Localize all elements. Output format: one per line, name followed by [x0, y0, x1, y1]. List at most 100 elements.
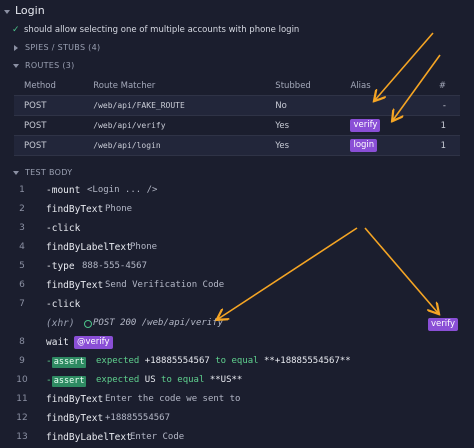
- command-name: findByText: [46, 204, 104, 215]
- command-name: findByLabelText: [46, 432, 132, 443]
- command-args: Enter Code: [130, 432, 185, 442]
- command-args: 888-555-4567: [82, 261, 148, 271]
- route-count: 1: [428, 135, 460, 156]
- command-row[interactable]: 7 -click: [0, 296, 474, 315]
- command-row[interactable]: 4 findByLabelText Phone: [0, 239, 474, 258]
- command-name: findByText: [46, 413, 104, 424]
- chevron-down-icon[interactable]: [4, 10, 10, 14]
- command-args: Send Verification Code: [105, 280, 225, 290]
- assert-message: expected +18885554567 to equal **+188855…: [96, 356, 351, 366]
- assert-target: **+18885554567**: [264, 356, 351, 366]
- spies-section-title[interactable]: SPIES / STUBS (4): [25, 43, 100, 52]
- command-number: 5: [19, 261, 25, 271]
- chevron-down-icon[interactable]: [13, 64, 19, 68]
- test-body-section-title[interactable]: TEST BODY: [25, 168, 72, 177]
- command-number: 2: [19, 204, 25, 214]
- route-matcher: /web/api/verify: [83, 115, 266, 136]
- assert-to-equal: to equal: [215, 356, 259, 366]
- column-header: Alias: [340, 76, 429, 96]
- column-header: Method: [14, 76, 84, 96]
- alias-badge-login[interactable]: login: [350, 139, 378, 152]
- command-name: -type: [46, 261, 75, 272]
- command-args: Phone: [105, 204, 133, 214]
- command-row[interactable]: 2 findByText Phone: [0, 201, 474, 220]
- route-matcher: /web/api/FAKE_ROUTE: [83, 95, 266, 116]
- command-row[interactable]: 9 - assert expected +18885554567 to equal…: [0, 353, 474, 372]
- command-number: 7: [19, 299, 25, 309]
- assert-badge: assert: [51, 376, 87, 387]
- table-header-row: Method Route Matcher Stubbed Alias #: [14, 76, 460, 96]
- command-name: -mount: [46, 185, 81, 196]
- command-number: 12: [16, 413, 28, 423]
- route-alias: [340, 95, 429, 116]
- assert-command: - assert: [46, 356, 87, 368]
- xhr-label: (xhr): [46, 318, 75, 329]
- route-matcher: /web/api/login: [83, 135, 266, 156]
- assert-expected: expected: [96, 356, 140, 366]
- command-args: @verify: [74, 336, 113, 349]
- route-alias: login: [340, 135, 429, 156]
- route-stubbed: Yes: [265, 115, 341, 136]
- command-args: Phone: [130, 242, 158, 252]
- command-number: 8: [19, 337, 25, 347]
- route-stubbed: Yes: [265, 135, 341, 156]
- command-name: -click: [46, 299, 81, 310]
- route-count: 1: [428, 115, 460, 136]
- command-name: findByLabelText: [46, 242, 132, 253]
- route-method: POST: [14, 115, 84, 136]
- route-method: POST: [14, 95, 84, 116]
- xhr-row[interactable]: (xhr) POST 200 /web/api/verify verify: [0, 315, 474, 334]
- table-row: POST /web/api/verify Yes verify 1: [14, 115, 460, 136]
- command-name: findByText: [46, 394, 104, 405]
- table-row: POST /web/api/FAKE_ROUTE No -: [14, 95, 460, 116]
- suite-title[interactable]: Login: [15, 4, 45, 17]
- routes-table: Method Route Matcher Stubbed Alias # POS…: [14, 76, 460, 156]
- routes-section-title[interactable]: ROUTES (3): [25, 61, 75, 70]
- command-name: -click: [46, 223, 81, 234]
- circle-icon: [84, 320, 92, 328]
- command-args: Enter the code we sent to: [105, 394, 241, 404]
- chevron-right-icon[interactable]: [14, 45, 18, 51]
- command-row[interactable]: 10 - assert expected US to equal **US**: [0, 372, 474, 391]
- chevron-down-icon[interactable]: [13, 171, 19, 175]
- command-name: wait: [46, 337, 69, 348]
- alias-badge-verify[interactable]: verify: [428, 318, 458, 331]
- command-name: findByText: [46, 280, 104, 291]
- command-number: 4: [19, 242, 25, 252]
- column-header: Stubbed: [265, 76, 341, 96]
- command-row[interactable]: 8 wait @verify: [0, 334, 474, 353]
- alias-badge-verify[interactable]: verify: [350, 119, 381, 132]
- command-number: 3: [19, 223, 25, 233]
- assert-value: +18885554567: [144, 356, 210, 366]
- command-row[interactable]: 5 -type 888-555-4567: [0, 258, 474, 277]
- command-number: 6: [19, 280, 25, 290]
- route-method: POST: [14, 135, 84, 156]
- command-row[interactable]: 6 findByText Send Verification Code: [0, 277, 474, 296]
- column-header: Route Matcher: [83, 76, 266, 96]
- command-number: 13: [16, 432, 28, 442]
- assert-value: US: [144, 375, 156, 385]
- test-title[interactable]: should allow selecting one of multiple a…: [24, 25, 299, 35]
- assert-command: - assert: [46, 375, 87, 387]
- route-count: -: [428, 95, 460, 116]
- command-args: <Login ... />: [87, 185, 158, 195]
- command-number: 11: [16, 394, 28, 404]
- command-row[interactable]: 1 -mount <Login ... />: [0, 182, 474, 201]
- alias-badge-verify[interactable]: @verify: [74, 336, 113, 349]
- assert-to-equal: to equal: [161, 375, 205, 385]
- command-row[interactable]: 3 -click: [0, 220, 474, 239]
- assert-target: **US**: [209, 375, 243, 385]
- command-number: 1: [19, 185, 25, 195]
- column-header: #: [428, 76, 460, 96]
- command-number: 9: [19, 356, 25, 366]
- table-row: POST /web/api/login Yes login 1: [14, 135, 460, 156]
- assert-expected: expected: [96, 375, 140, 385]
- route-stubbed: No: [265, 95, 341, 116]
- check-icon: ✓: [12, 25, 20, 35]
- route-alias: verify: [340, 115, 429, 136]
- assert-message: expected US to equal **US**: [96, 375, 242, 385]
- command-row[interactable]: 12 findByText +18885554567: [0, 410, 474, 429]
- assert-badge: assert: [51, 357, 87, 368]
- command-row[interactable]: 11 findByText Enter the code we sent to: [0, 391, 474, 410]
- command-number: 10: [16, 375, 28, 385]
